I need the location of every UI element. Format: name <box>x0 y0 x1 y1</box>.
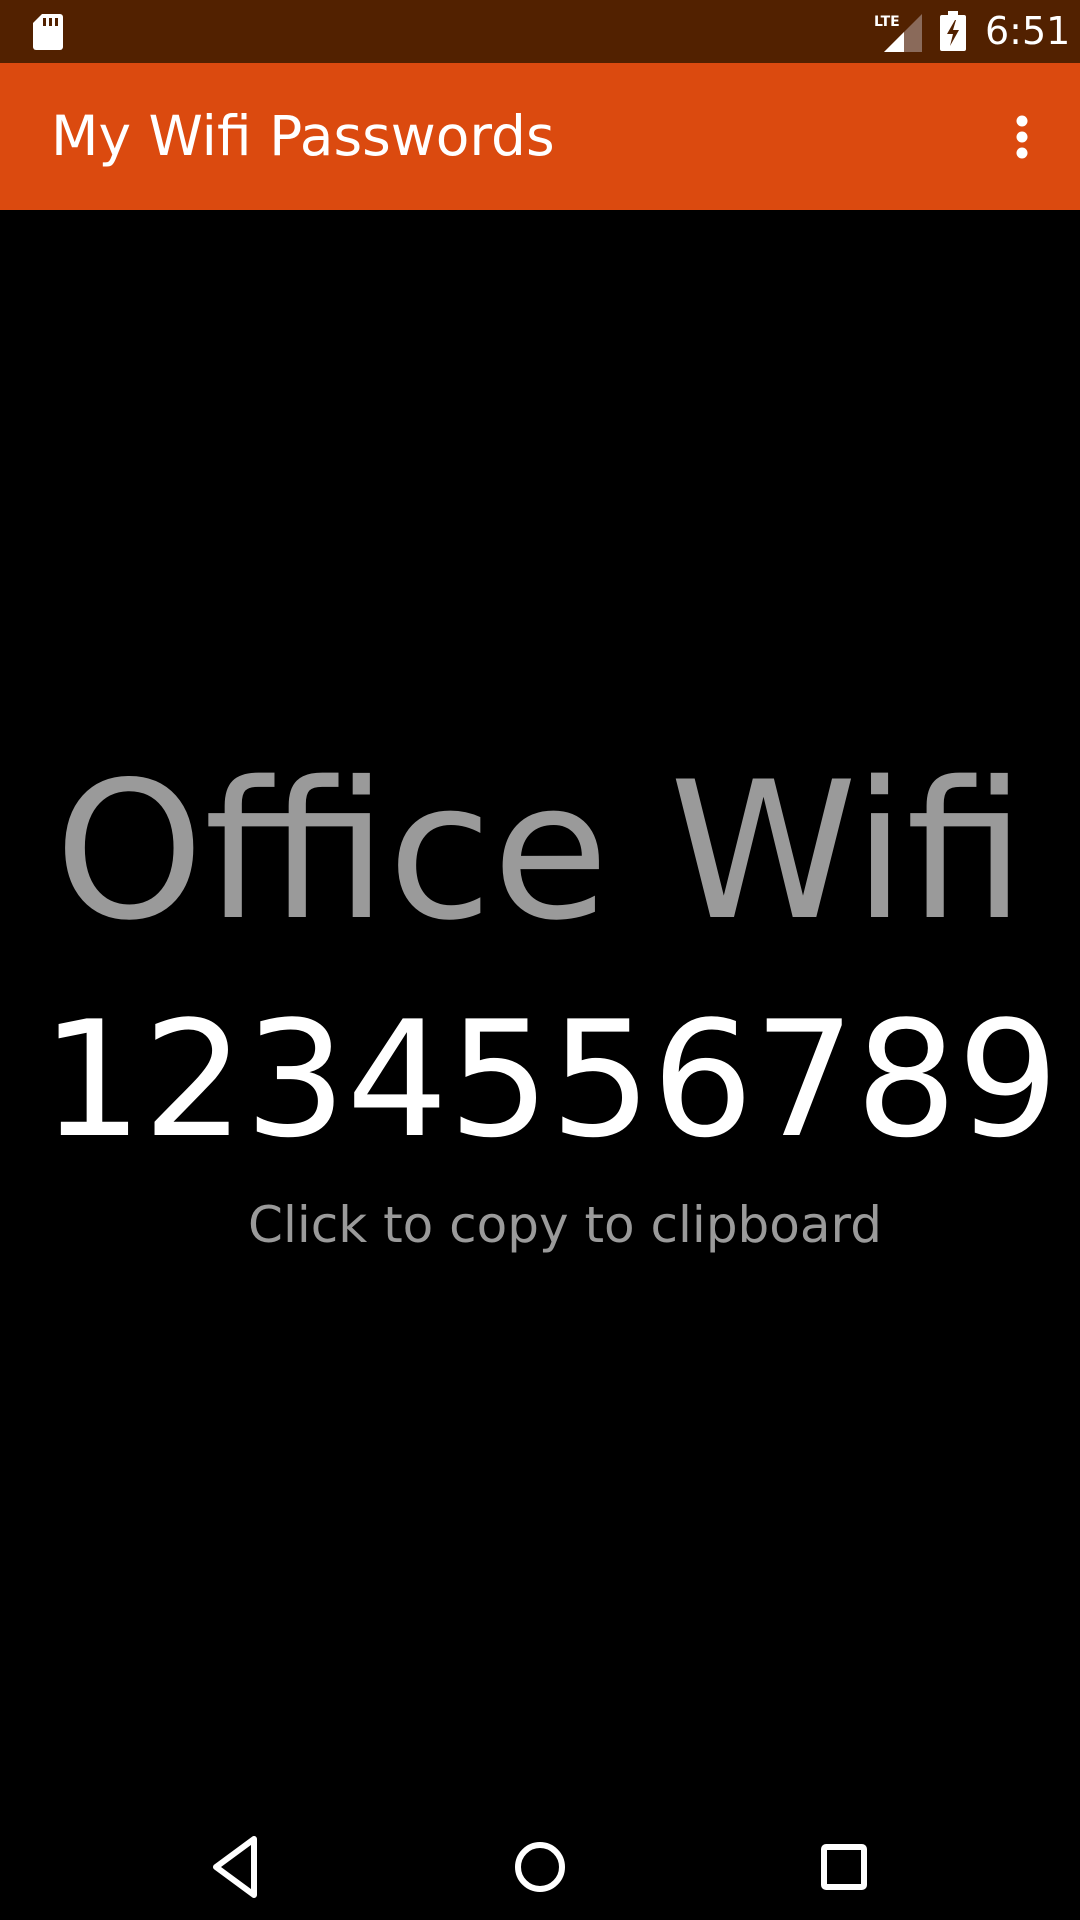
lte-label: LTE <box>874 14 900 30</box>
home-button[interactable] <box>495 1822 585 1912</box>
back-button[interactable] <box>192 1822 282 1912</box>
network-name: Office Wifi <box>54 741 1026 962</box>
status-clock: 6:51 <box>985 9 1071 53</box>
screen: LTE 6:51 My Wifi Passwords Office Wifi 1… <box>0 0 1080 1920</box>
app-title: My Wifi Passwords <box>51 104 555 168</box>
sd-card-icon <box>33 14 63 50</box>
navigation-bar <box>0 1800 1080 1920</box>
app-bar: My Wifi Passwords <box>0 63 1080 210</box>
copy-hint[interactable]: Click to copy to clipboard <box>0 1195 1080 1255</box>
lte-signal-icon: LTE <box>874 12 922 52</box>
overflow-menu-button[interactable] <box>993 103 1053 171</box>
battery-charging-icon <box>940 11 966 51</box>
status-bar: LTE 6:51 <box>0 0 1080 63</box>
password-value[interactable]: 1234556789 <box>0 995 1080 1165</box>
recents-button[interactable] <box>799 1822 889 1912</box>
